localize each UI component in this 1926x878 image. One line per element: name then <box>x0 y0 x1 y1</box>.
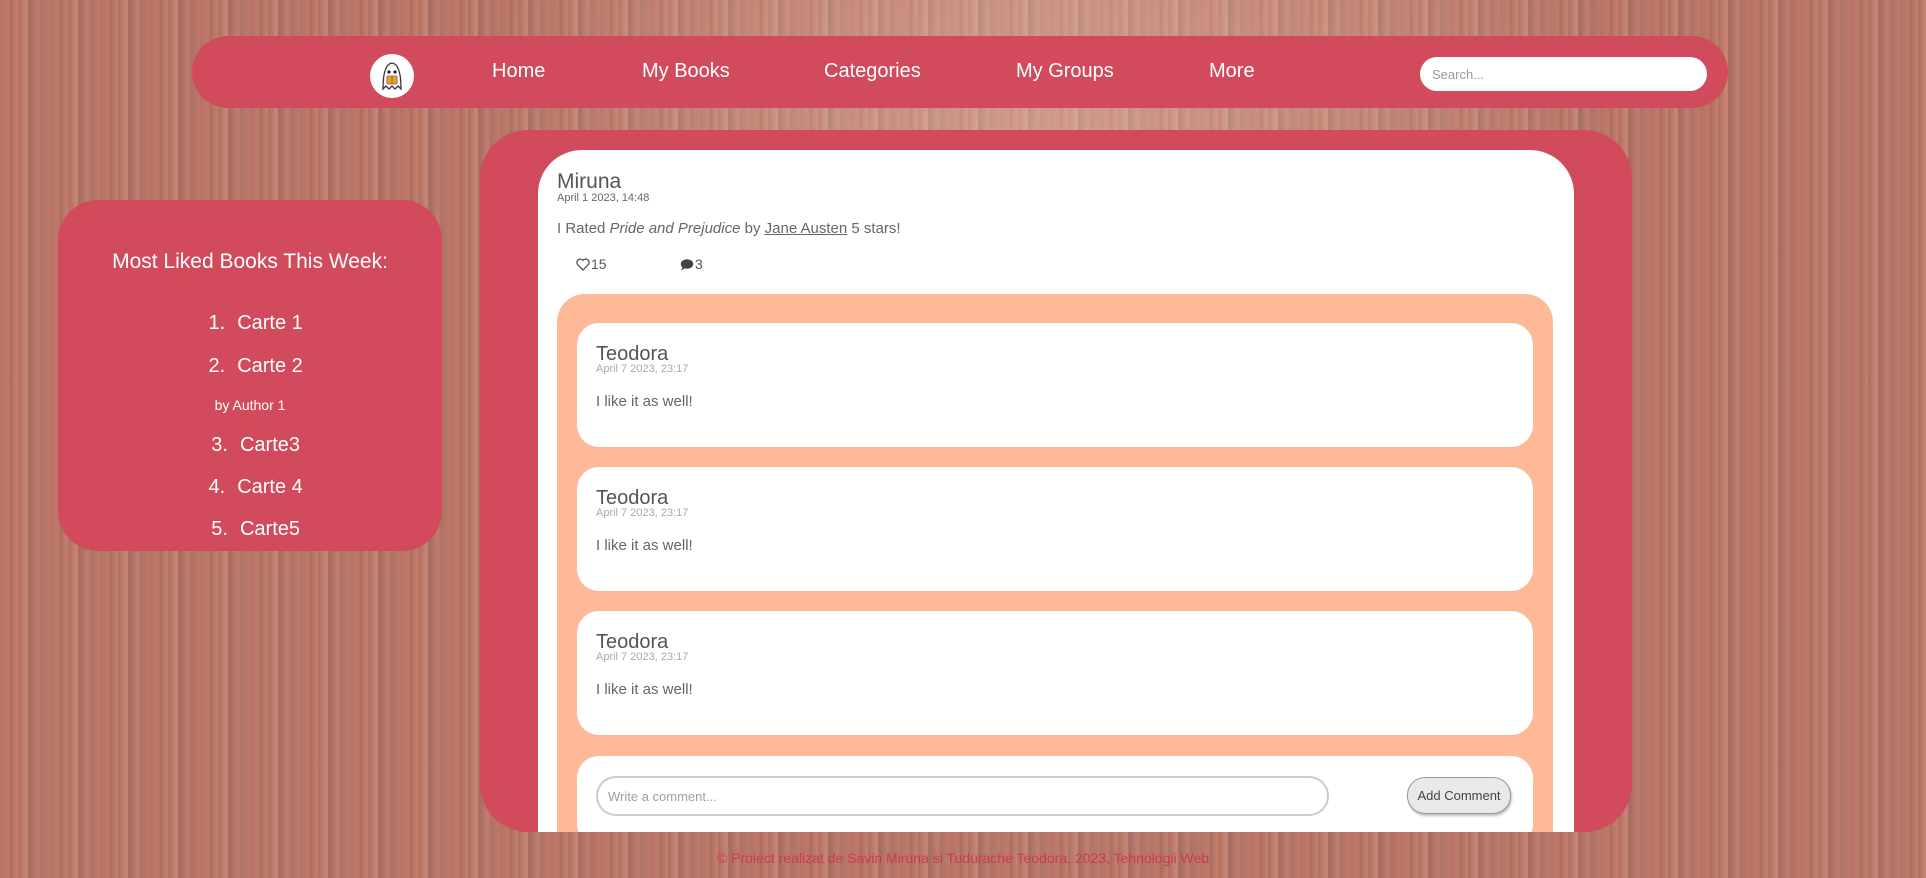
book-title-link: Pride and Prejudice <box>609 220 741 237</box>
book-item[interactable]: 5. Carte5 <box>58 518 442 541</box>
book-author: by Author 1 <box>214 397 286 413</box>
comment-timestamp: April 7 2023, 23:17 <box>596 651 689 663</box>
comment-count: 3 <box>695 256 703 272</box>
like-button[interactable]: 15 <box>576 256 607 272</box>
most-liked-books-panel: Most Liked Books This Week: 1. Carte 1 2.… <box>58 200 442 551</box>
post-text-by: by <box>740 220 765 237</box>
book-rank: 3. <box>211 434 228 456</box>
post-text-prefix: I Rated <box>557 220 610 237</box>
book-rank: 1. <box>208 312 226 334</box>
book-title: Carte 1 <box>237 312 303 334</box>
search-input[interactable] <box>1420 57 1707 91</box>
sidebar-title: Most Liked Books This Week: <box>112 250 388 273</box>
book-item[interactable]: 4. Carte 4 <box>58 476 442 499</box>
book-title: Carte 4 <box>237 476 303 498</box>
post-author[interactable]: Miruna <box>557 170 621 194</box>
add-comment-button[interactable]: Add Comment <box>1407 777 1511 814</box>
nav-home[interactable]: Home <box>492 60 545 83</box>
book-rank: 2. <box>208 355 226 377</box>
comment-input[interactable] <box>596 776 1329 816</box>
book-item[interactable]: 3. Carte3 <box>58 434 442 457</box>
book-item[interactable]: 1. Carte 1 <box>58 312 442 335</box>
write-comment-box: Add Comment <box>577 756 1533 832</box>
top-navbar: Home My Books Categories My Groups More <box>192 36 1728 108</box>
speech-bubble-icon <box>680 259 694 271</box>
comments-section: Teodora April 7 2023, 23:17 I like it as… <box>557 294 1553 832</box>
nav-categories[interactable]: Categories <box>824 60 921 83</box>
feed-panel: Miruna April 1 2023, 14:48 I Rated Pride… <box>480 130 1632 832</box>
comment-card: Teodora April 7 2023, 23:17 I like it as… <box>577 323 1533 447</box>
book-title: Carte3 <box>239 434 301 456</box>
nav-more[interactable]: More <box>1209 60 1255 83</box>
post-timestamp: April 1 2023, 14:48 <box>557 192 650 204</box>
author-link[interactable]: Jane Austen <box>765 220 848 237</box>
post-text: I Rated Pride and Prejudice by Jane Aust… <box>557 220 901 237</box>
nav-my-books[interactable]: My Books <box>642 60 730 83</box>
comment-button[interactable]: 3 <box>680 256 703 272</box>
book-title: Carte 2 <box>237 355 303 377</box>
comment-text: I like it as well! <box>596 393 693 410</box>
post-card: Miruna April 1 2023, 14:48 I Rated Pride… <box>538 150 1574 832</box>
comment-timestamp: April 7 2023, 23:17 <box>596 363 689 375</box>
comment-card: Teodora April 7 2023, 23:17 I like it as… <box>577 611 1533 735</box>
comment-timestamp: April 7 2023, 23:17 <box>596 507 689 519</box>
nav-my-groups[interactable]: My Groups <box>1016 60 1114 83</box>
post-text-suffix: 5 stars! <box>847 220 901 237</box>
footer-credits: © Proiect realizat de Savin Miruna si Tu… <box>716 850 1210 866</box>
heart-outline-icon <box>576 258 590 271</box>
book-item[interactable]: 2. Carte 2 <box>58 355 442 378</box>
book-title: Carte5 <box>239 518 301 540</box>
comment-text: I like it as well! <box>596 681 693 698</box>
comment-card: Teodora April 7 2023, 23:17 I like it as… <box>577 467 1533 591</box>
comment-text: I like it as well! <box>596 537 693 554</box>
like-count: 15 <box>591 256 607 272</box>
book-rank: 5. <box>211 518 228 540</box>
book-rank: 4. <box>208 476 226 498</box>
ghost-reading-icon[interactable] <box>370 54 414 98</box>
